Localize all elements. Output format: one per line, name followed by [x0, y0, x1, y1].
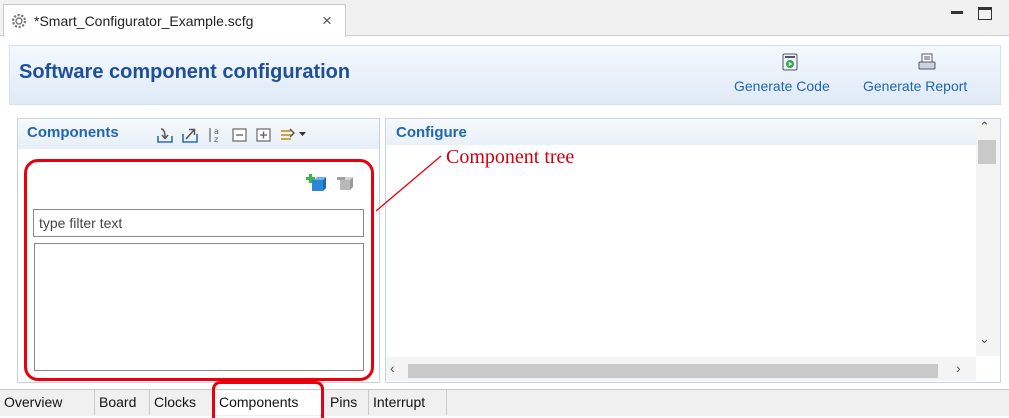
- configure-pane-header: [386, 119, 976, 145]
- expand-all-icon[interactable]: [255, 126, 273, 144]
- svg-text:z: z: [214, 135, 218, 144]
- page-title: Software component configuration: [19, 61, 351, 83]
- horizontal-scrollbar-thumb[interactable]: [408, 364, 938, 378]
- tab-pins[interactable]: Pins: [326, 390, 369, 415]
- collapse-all-icon[interactable]: [231, 126, 249, 144]
- close-tab-icon[interactable]: ×: [322, 11, 332, 31]
- generate-report-button[interactable]: Generate Report: [863, 78, 967, 94]
- generate-code-button[interactable]: Generate Code: [734, 78, 830, 94]
- generate-report-icon[interactable]: [918, 53, 936, 71]
- editor-tab[interactable]: *Smart_Configurator_Example.scfg ×: [3, 4, 346, 37]
- sort-az-icon[interactable]: a z: [207, 126, 225, 144]
- tab-overview[interactable]: Overview: [0, 390, 95, 415]
- scroll-up-icon[interactable]: ⌃: [979, 119, 990, 135]
- minimize-icon[interactable]: [950, 6, 964, 20]
- tab-interrupt[interactable]: Interrupt: [369, 390, 447, 415]
- scroll-left-icon[interactable]: ‹: [390, 360, 395, 376]
- tab-clocks[interactable]: Clocks: [150, 390, 213, 415]
- components-pane-title: Components: [27, 124, 119, 141]
- tab-board[interactable]: Board: [95, 390, 150, 415]
- active-tab-highlight: [212, 381, 324, 418]
- scroll-right-icon[interactable]: ›: [956, 360, 961, 376]
- generate-code-icon[interactable]: [782, 53, 798, 71]
- scroll-down-icon[interactable]: ⌄: [979, 331, 990, 347]
- editor-tab-title: *Smart_Configurator_Example.scfg: [34, 13, 254, 29]
- annotation-label: Component tree: [446, 146, 575, 168]
- vertical-scrollbar-thumb[interactable]: [978, 140, 996, 164]
- view-menu-icon[interactable]: [279, 125, 309, 143]
- export-icon[interactable]: [181, 126, 199, 144]
- maximize-icon[interactable]: [978, 7, 992, 20]
- config-file-icon: [11, 13, 27, 29]
- import-icon[interactable]: [156, 126, 174, 144]
- component-tree-highlight: [24, 159, 374, 381]
- configure-pane-title: Configure: [396, 124, 467, 141]
